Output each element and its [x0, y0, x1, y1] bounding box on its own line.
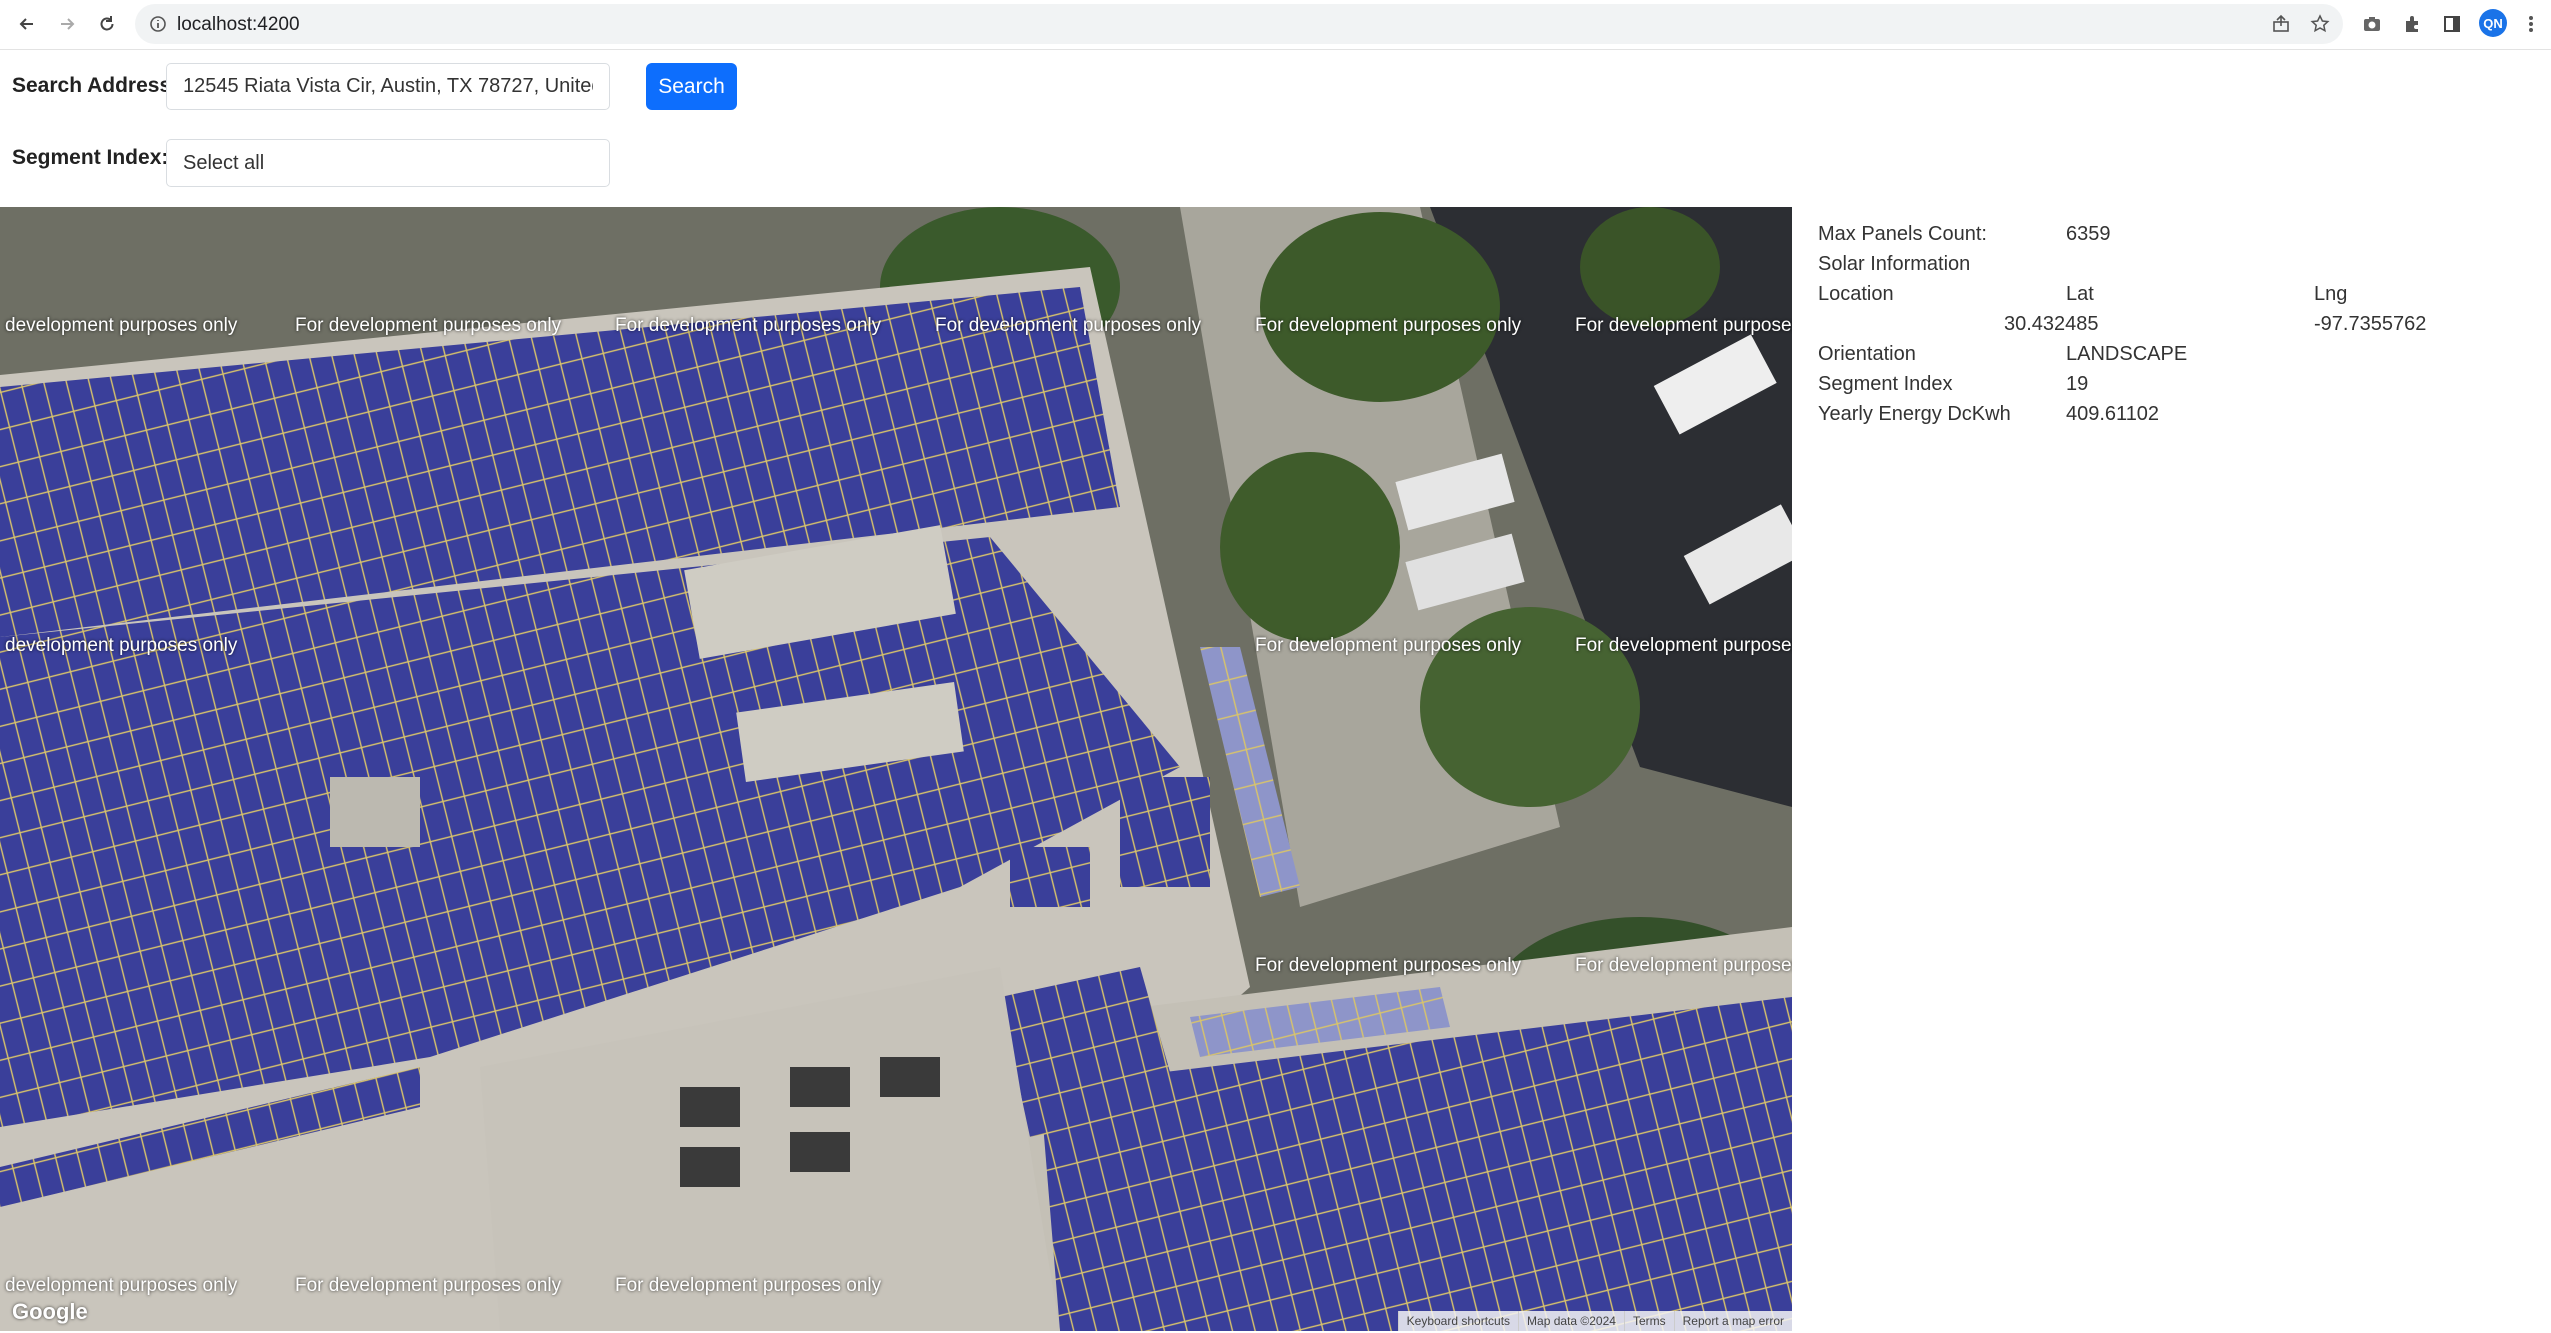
lng-label: Lng	[2314, 283, 2348, 305]
tree	[1260, 212, 1500, 402]
map-imagery	[0, 207, 1792, 1331]
yearly-energy-value: 409.61102	[2066, 403, 2160, 425]
bookmark-star-icon[interactable]	[2307, 11, 2333, 37]
dev-watermark: development purposes only	[5, 1275, 238, 1296]
extensions-icon[interactable]	[2399, 11, 2425, 37]
lat-label: Lat	[2066, 283, 2094, 305]
address-bar[interactable]: localhost:4200	[135, 4, 2343, 44]
back-button[interactable]	[13, 10, 41, 38]
dev-watermark: For development purposes only	[1575, 635, 1792, 656]
location-label: Location	[1818, 283, 1894, 305]
profile-avatar[interactable]: QN	[2479, 9, 2507, 37]
reload-button[interactable]	[93, 10, 121, 38]
segment-index-value: 19	[2066, 373, 2089, 395]
window	[880, 1057, 940, 1097]
keyboard-shortcuts-link[interactable]: Keyboard shortcuts	[1397, 1311, 1518, 1331]
dev-watermark: For development purposes only	[1575, 955, 1792, 976]
terms-link[interactable]: Terms	[1623, 1311, 1674, 1331]
orientation-label: Orientation	[1818, 343, 1916, 365]
solar-panel-array	[1010, 847, 1090, 907]
satellite-map[interactable]: development purposes only For developmen…	[0, 207, 1792, 1331]
yearly-energy-label: Yearly Energy DcKwh	[1818, 403, 2011, 425]
dev-watermark: For development purposes only	[615, 1275, 882, 1296]
dev-watermark: For development purposes only	[295, 1275, 562, 1296]
max-panels-value: 6359	[2066, 223, 2111, 245]
window	[790, 1067, 850, 1107]
dev-watermark: For development purposes only	[615, 315, 882, 336]
site-info-icon[interactable]	[149, 15, 167, 33]
screenshot-icon[interactable]	[2359, 11, 2385, 37]
lng-value: -97.7355762	[2314, 313, 2427, 335]
segment-index-info-label: Segment Index	[1818, 373, 1953, 395]
max-panels-label: Max Panels Count:	[1818, 223, 1987, 245]
search-address-input[interactable]	[166, 63, 610, 110]
search-button[interactable]: Search	[646, 63, 737, 110]
segment-index-select[interactable]: Select all	[166, 139, 610, 187]
dev-watermark: For development purposes only	[1575, 315, 1792, 336]
solar-panel-array	[1120, 777, 1210, 887]
forward-arrow-icon	[61, 18, 75, 30]
side-panel-icon[interactable]	[2439, 11, 2465, 37]
tree	[1580, 207, 1720, 327]
url-text: localhost:4200	[177, 14, 300, 35]
reload-icon	[100, 16, 114, 31]
window	[680, 1147, 740, 1187]
dev-watermark: For development purposes only	[295, 315, 562, 336]
dev-watermark: development purposes only	[5, 635, 238, 656]
segment-index-selected: Select all	[183, 151, 265, 174]
segment-index-label: Segment Index:	[12, 146, 169, 169]
rooftop-equipment	[330, 777, 420, 847]
map-data-text: Map data ©2024	[1518, 1311, 1624, 1331]
map-attribution: Keyboard shortcuts Map data ©2024 Terms …	[1397, 1311, 1792, 1331]
dev-watermark: For development purposes only	[935, 315, 1202, 336]
dev-watermark: For development purposes only	[1255, 315, 1522, 336]
lat-value: 30.432485	[2004, 313, 2099, 335]
browser-toolbar: localhost:4200 QN	[0, 0, 2551, 50]
solar-info-heading: Solar Information	[1818, 253, 1971, 275]
menu-kebab-icon[interactable]	[2518, 11, 2544, 37]
window	[790, 1132, 850, 1172]
dev-watermark: development purposes only	[5, 315, 238, 336]
dev-watermark: For development purposes only	[1255, 955, 1522, 976]
share-icon[interactable]	[2268, 11, 2294, 37]
window	[680, 1087, 740, 1127]
back-arrow-icon	[19, 18, 33, 30]
orientation-value: LANDSCAPE	[2066, 343, 2188, 365]
dev-watermark: For development purposes only	[1255, 635, 1522, 656]
tree	[1220, 452, 1400, 642]
forward-button[interactable]	[53, 10, 81, 38]
google-logo: Google	[12, 1299, 88, 1324]
report-error-link[interactable]: Report a map error	[1673, 1311, 1792, 1331]
search-address-label: Search Address:	[12, 74, 179, 97]
